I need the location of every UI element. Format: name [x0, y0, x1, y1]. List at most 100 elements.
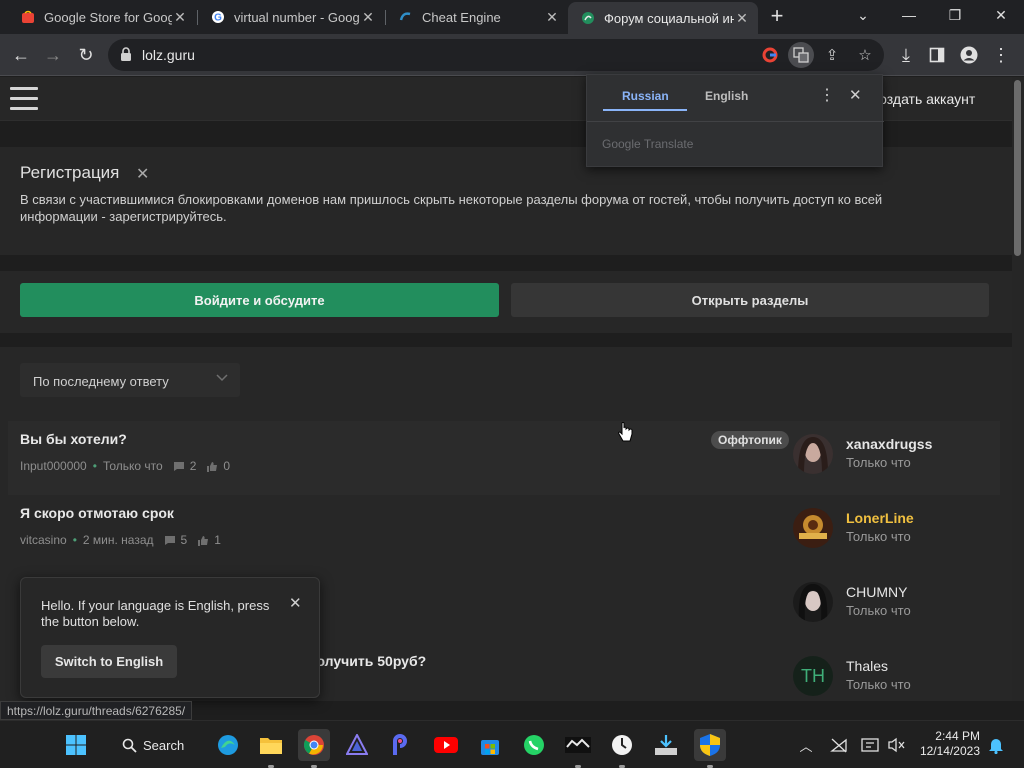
thread-row[interactable]: Вы бы хотели? Input000000 • Только что 2…	[8, 421, 1000, 495]
taskbar-search[interactable]: Search	[112, 730, 198, 760]
like-count: 0	[223, 459, 231, 473]
url-text[interactable]: lolz.guru	[142, 47, 195, 63]
tab-title: Google Store for Googl	[44, 9, 172, 25]
close-icon[interactable]: ✕	[136, 164, 149, 184]
google-lens-icon[interactable]	[757, 42, 783, 68]
windows-security-icon[interactable]	[694, 729, 726, 761]
divider	[587, 121, 884, 122]
last-poster-name[interactable]: LonerLine	[846, 510, 914, 526]
last-post-time: Только что	[846, 677, 911, 692]
last-post-time: Только что	[846, 455, 911, 470]
clock-time: 2:44 PM	[935, 729, 980, 743]
minimize-icon[interactable]: —	[886, 0, 932, 30]
tray-chevron-up-icon[interactable]: ︿	[796, 735, 816, 755]
avatar[interactable]	[793, 434, 833, 474]
profile-icon[interactable]	[954, 40, 984, 70]
bookmark-star-icon[interactable]: ☆	[852, 42, 878, 68]
status-bar-url: https://lolz.guru/threads/6276285/	[0, 701, 193, 720]
thread-time: 2 мин. назад	[82, 533, 154, 547]
thread-title[interactable]: Я скоро отмотаю срок	[20, 505, 174, 521]
language-toast: Hello. If your language is English, pres…	[20, 577, 320, 698]
restore-icon[interactable]: ❐	[932, 0, 978, 30]
file-explorer-icon[interactable]	[255, 729, 287, 761]
registration-text: В связи с участившимися блокировками дом…	[20, 192, 883, 224]
action-bar: Войдите и обсудите Открыть разделы	[0, 271, 1012, 333]
windows-start-icon[interactable]	[60, 729, 92, 761]
translate-icon[interactable]	[788, 42, 814, 68]
avatar[interactable]: TH	[793, 656, 833, 696]
chrome-icon[interactable]	[298, 729, 330, 761]
clock-date: 12/14/2023	[919, 744, 980, 758]
more-options-icon[interactable]: ⋮	[819, 85, 835, 105]
notification-bell-icon[interactable]	[986, 735, 1006, 755]
create-account-link[interactable]: создать аккаунт	[872, 91, 975, 107]
side-panel-icon[interactable]	[922, 40, 952, 70]
lock-icon[interactable]	[120, 47, 132, 61]
avatar[interactable]	[793, 582, 833, 622]
thread-meta: Input000000 • Только что 2 0	[20, 459, 230, 473]
affinity-icon[interactable]	[341, 729, 373, 761]
chrome-menu-icon[interactable]: ⋮	[986, 40, 1016, 70]
clock-app-icon[interactable]	[606, 729, 638, 761]
avatar[interactable]	[793, 508, 833, 548]
translate-lang-russian[interactable]: Russian	[622, 89, 669, 103]
address-bar[interactable]: lolz.guru ⇪ ☆	[108, 39, 884, 71]
close-icon[interactable]: ✕	[289, 594, 302, 612]
tab-title: Cheat Engine	[422, 9, 501, 25]
youtube-icon[interactable]	[430, 729, 462, 761]
thread-row[interactable]: Я скоро отмотаю срок vitcasino • 2 мин. …	[8, 495, 1000, 569]
download-icon[interactable]: ⤓	[891, 40, 921, 70]
speaker-muted-icon[interactable]	[886, 735, 906, 755]
tab-close-icon[interactable]: ✕	[172, 9, 188, 26]
reload-icon[interactable]: ↻	[71, 40, 101, 70]
tab-close-icon[interactable]: ✕	[360, 9, 376, 26]
new-tab-button[interactable]: +	[766, 4, 788, 30]
tab-lolz-forum[interactable]: Форум социальной ин ✕	[568, 2, 758, 34]
thread-author[interactable]: Input000000	[20, 459, 87, 473]
translate-provider: Google Translate	[602, 137, 694, 151]
network-disconnected-icon[interactable]	[829, 735, 849, 755]
sort-select[interactable]: По последнему ответу	[20, 363, 240, 397]
tab-close-icon[interactable]: ✕	[544, 9, 560, 26]
picsart-icon[interactable]	[384, 729, 416, 761]
cheat-engine-icon	[398, 9, 414, 25]
last-poster-name[interactable]: CHUMNY	[846, 584, 907, 600]
close-icon[interactable]: ✕	[849, 86, 862, 104]
translate-lang-english[interactable]: English	[705, 89, 748, 103]
tab-search-chevron-icon[interactable]: ⌄	[840, 0, 886, 30]
thread-title[interactable]: Вы бы хотели?	[20, 431, 127, 447]
language-icon[interactable]	[860, 735, 880, 755]
last-poster-name[interactable]: xanaxdrugss	[846, 436, 932, 452]
close-window-icon[interactable]: ✕	[978, 0, 1024, 30]
registration-title: Регистрация	[20, 163, 120, 182]
search-icon	[122, 738, 137, 753]
tab-close-icon[interactable]: ✕	[734, 10, 750, 27]
game-app-icon[interactable]	[562, 729, 594, 761]
offtopic-tag[interactable]: Оффтопик	[711, 431, 789, 449]
switch-to-english-button[interactable]: Switch to English	[41, 645, 177, 678]
hamburger-menu-icon[interactable]	[10, 87, 38, 111]
open-sections-button[interactable]: Открыть разделы	[511, 283, 989, 317]
forward-arrow-icon[interactable]: →	[38, 40, 68, 70]
installer-icon[interactable]	[650, 729, 682, 761]
scrollbar-thumb[interactable]	[1014, 80, 1021, 256]
thread-author[interactable]: vitcasino	[20, 533, 67, 547]
reply-count: 2	[189, 459, 197, 473]
share-icon[interactable]: ⇪	[819, 42, 845, 68]
reply-count: 5	[180, 533, 188, 547]
separator-dot: •	[72, 533, 77, 547]
thread-title[interactable]: получить 50руб?	[308, 653, 426, 669]
whatsapp-icon[interactable]	[518, 729, 550, 761]
active-tab-underline	[603, 109, 687, 111]
tab-cheat-engine[interactable]: Cheat Engine ✕	[386, 0, 568, 34]
login-discuss-button[interactable]: Войдите и обсудите	[20, 283, 499, 317]
back-arrow-icon[interactable]: ←	[6, 40, 36, 70]
search-label: Search	[143, 737, 185, 753]
tab-google-store[interactable]: Google Store for Googl ✕	[8, 0, 196, 34]
microsoft-store-icon[interactable]	[474, 729, 506, 761]
taskbar-clock[interactable]: 2:44 PM 12/14/2023	[910, 729, 980, 759]
svg-text:G: G	[214, 13, 222, 24]
tab-virtual-number[interactable]: G virtual number - Googl ✕	[198, 0, 384, 34]
last-poster-name[interactable]: Thales	[846, 658, 888, 674]
edge-beta-icon[interactable]	[212, 729, 244, 761]
